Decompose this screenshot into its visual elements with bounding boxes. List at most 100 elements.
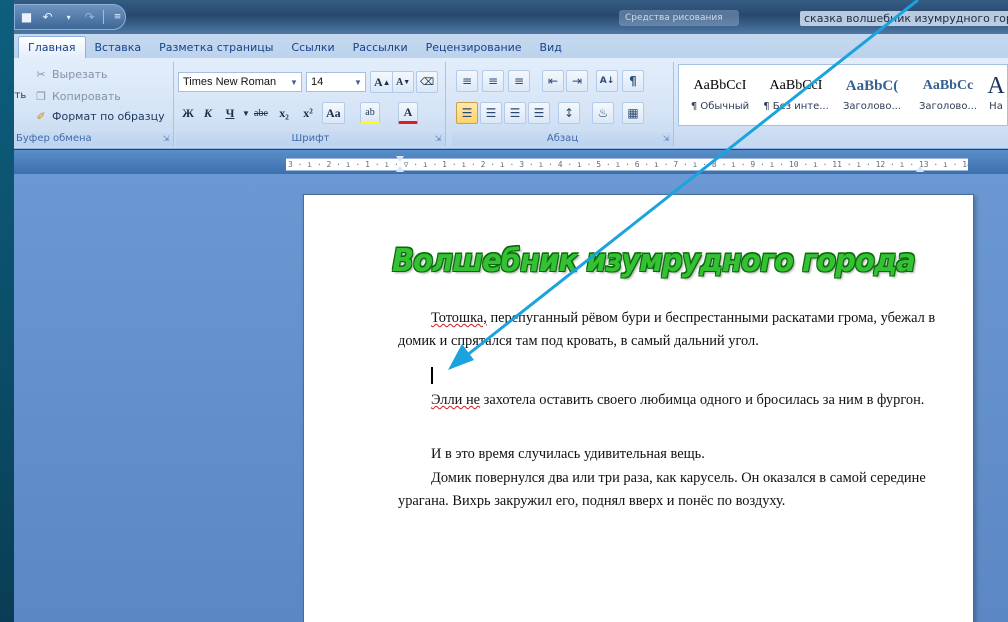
ribbon: ✂ Вырезать ❐ Копировать ить ✐ Формат по … — [14, 58, 1008, 149]
chevron-down-icon: ▼ — [290, 77, 298, 87]
superscript-button[interactable]: x² — [298, 102, 318, 124]
paragraph-text: захотела оставить своего любимца одного … — [480, 392, 925, 408]
align-right-icon: ☰ — [509, 106, 521, 120]
font-group: Times New Roman ▼ 14 ▼ A ▲ A ▼ ⌫ Ж К Ч ▼ a… — [176, 62, 446, 146]
style-sample: А — [987, 73, 1005, 99]
dialog-launcher-icon[interactable]: ⇲ — [161, 134, 171, 144]
document-page[interactable]: Волшебник изумрудного города Тотошка, пе… — [303, 194, 974, 622]
style-sample: AaBbCcI — [693, 78, 747, 93]
paragraph-4[interactable]: Домик повернулся два или три раза, как к… — [398, 467, 938, 512]
tab-review[interactable]: Рецензирование — [417, 36, 531, 58]
paragraph-text: И в это время случилась удивительная вещ… — [431, 446, 705, 462]
chevron-down-icon[interactable]: ▾ — [61, 8, 76, 26]
left-indent-marker[interactable] — [396, 166, 404, 172]
shrink-font-button[interactable]: A ▼ — [392, 71, 415, 93]
highlight-button[interactable]: ab — [360, 102, 380, 124]
dialog-launcher-icon[interactable]: ⇲ — [661, 134, 671, 144]
redo-icon[interactable]: ↷ — [82, 8, 97, 26]
horizontal-ruler[interactable]: 3 · ı · 2 · ı · 1 · ı · ▽ · ı · 1 · ı · … — [286, 158, 968, 171]
ruler-scale: 3 · ı · 2 · ı · 1 · ı · ▽ · ı · 1 · ı · … — [288, 160, 968, 169]
style-sample: AaBbCcI — [769, 78, 823, 93]
tab-references[interactable]: Ссылки — [282, 36, 343, 58]
save-icon[interactable]: ■ — [19, 8, 34, 26]
subscript-button[interactable]: x₂ — [274, 102, 294, 124]
scissors-icon: ✂ — [36, 68, 46, 81]
style-title[interactable]: А На — [985, 69, 1007, 123]
document-workspace: Волшебник изумрудного города Тотошка, пе… — [14, 174, 1008, 622]
cut-button[interactable]: ✂ Вырезать — [34, 68, 107, 81]
align-center-button[interactable]: ☰ — [480, 102, 502, 124]
font-color-button[interactable]: A — [398, 102, 418, 124]
align-right-button[interactable]: ☰ — [504, 102, 526, 124]
undo-icon[interactable]: ↶ — [40, 8, 55, 26]
underline-button[interactable]: Ч — [220, 102, 240, 124]
tab-insert[interactable]: Вставка — [86, 36, 151, 58]
bullets-button[interactable]: ≡ — [456, 70, 478, 92]
document-title-wordart[interactable]: Волшебник изумрудного города — [392, 242, 916, 279]
style-heading-1[interactable]: AaBbC( Заголово... — [835, 69, 909, 123]
style-no-spacing[interactable]: AaBbCcI ¶ Без инте... — [759, 69, 833, 123]
paste-button-partial[interactable]: ить — [14, 90, 26, 101]
dialog-launcher-icon[interactable]: ⇲ — [433, 134, 443, 144]
style-normal[interactable]: AaBbCcI ¶ Обычный — [683, 69, 757, 123]
line-spacing-icon: ↕ — [563, 106, 575, 120]
multilevel-button[interactable]: ≡ — [508, 70, 530, 92]
clear-format-button[interactable]: ⌫ — [416, 71, 439, 93]
decrease-indent-button[interactable]: ⇤ — [542, 70, 564, 92]
grow-font-label: A — [374, 74, 383, 89]
tab-view[interactable]: Вид — [531, 36, 571, 58]
copy-button[interactable]: ❐ Копировать — [34, 90, 121, 103]
paragraph-3[interactable]: И в это время случилась удивительная вещ… — [398, 443, 938, 466]
style-sample: AaBbCc — [922, 78, 974, 93]
font-group-label: Шрифт — [176, 132, 445, 146]
copy-icon: ❐ — [36, 90, 46, 103]
word-window: ■ ↶ ▾ ↷ ≡ Средства рисования сказка волш… — [14, 0, 1008, 622]
slide-frame-left — [0, 0, 14, 622]
numbering-button[interactable]: ≡ — [482, 70, 504, 92]
style-name: ¶ Обычный — [690, 101, 750, 112]
first-line-indent-marker[interactable] — [396, 156, 404, 162]
window-title: сказка волшебник изумрудного гор — [800, 11, 1008, 26]
chevron-down-icon: ▼ — [354, 77, 362, 87]
indent-icon: ⇥ — [571, 74, 583, 88]
increase-indent-button[interactable]: ⇥ — [566, 70, 588, 92]
bullets-icon: ≡ — [461, 74, 473, 88]
paste-label-partial: ить — [14, 90, 27, 101]
bold-button[interactable]: Ж — [178, 102, 198, 124]
strikethrough-button[interactable]: abe — [250, 102, 272, 124]
line-spacing-button[interactable]: ↕ — [558, 102, 580, 124]
style-heading-2[interactable]: AaBbCc Заголово... — [911, 69, 985, 123]
right-indent-marker[interactable] — [916, 166, 924, 172]
align-center-icon: ☰ — [485, 106, 497, 120]
paragraph-1[interactable]: Тотошка, перепуганный рёвом бури и беспр… — [398, 307, 938, 352]
tab-page-layout[interactable]: Разметка страницы — [150, 36, 282, 58]
shading-button[interactable]: ♨ — [592, 102, 614, 124]
italic-button[interactable]: К — [198, 102, 218, 124]
outdent-icon: ⇤ — [547, 74, 559, 88]
misspelled-word: Тотошка, — [431, 310, 487, 326]
font-size-value: 14 — [311, 76, 324, 88]
clipboard-group: ✂ Вырезать ❐ Копировать ить ✐ Формат по … — [14, 62, 174, 146]
show-marks-button[interactable]: ¶ — [622, 70, 644, 92]
font-name-combo[interactable]: Times New Roman ▼ — [178, 72, 302, 92]
format-painter-button[interactable]: ✐ Формат по образцу — [34, 110, 165, 123]
shrink-font-label: A — [396, 76, 404, 88]
style-name: Заголово... — [843, 101, 901, 112]
font-size-combo[interactable]: 14 ▼ — [306, 72, 366, 92]
format-painter-label: Формат по образцу — [52, 110, 165, 123]
change-case-button[interactable]: Aa — [322, 102, 345, 124]
paragraph-2[interactable]: Элли не захотела оставить своего любимца… — [398, 389, 938, 412]
justify-button[interactable]: ☰ — [528, 102, 550, 124]
grow-font-button[interactable]: A ▲ — [370, 71, 395, 93]
tab-mailings[interactable]: Рассылки — [344, 36, 417, 58]
borders-button[interactable]: ▦ — [622, 102, 644, 124]
style-name: На — [989, 101, 1003, 112]
ribbon-tabs: Главная Вставка Разметка страницы Ссылки… — [14, 34, 1008, 58]
customize-qat-icon[interactable]: ≡ — [110, 8, 125, 26]
sort-button[interactable]: А↓ — [596, 70, 618, 92]
quick-access-toolbar: ■ ↶ ▾ ↷ ≡ — [14, 4, 126, 30]
align-left-button[interactable]: ☰ — [456, 102, 478, 124]
align-left-icon: ☰ — [461, 106, 473, 120]
borders-icon: ▦ — [627, 106, 639, 120]
tab-home[interactable]: Главная — [18, 36, 86, 58]
